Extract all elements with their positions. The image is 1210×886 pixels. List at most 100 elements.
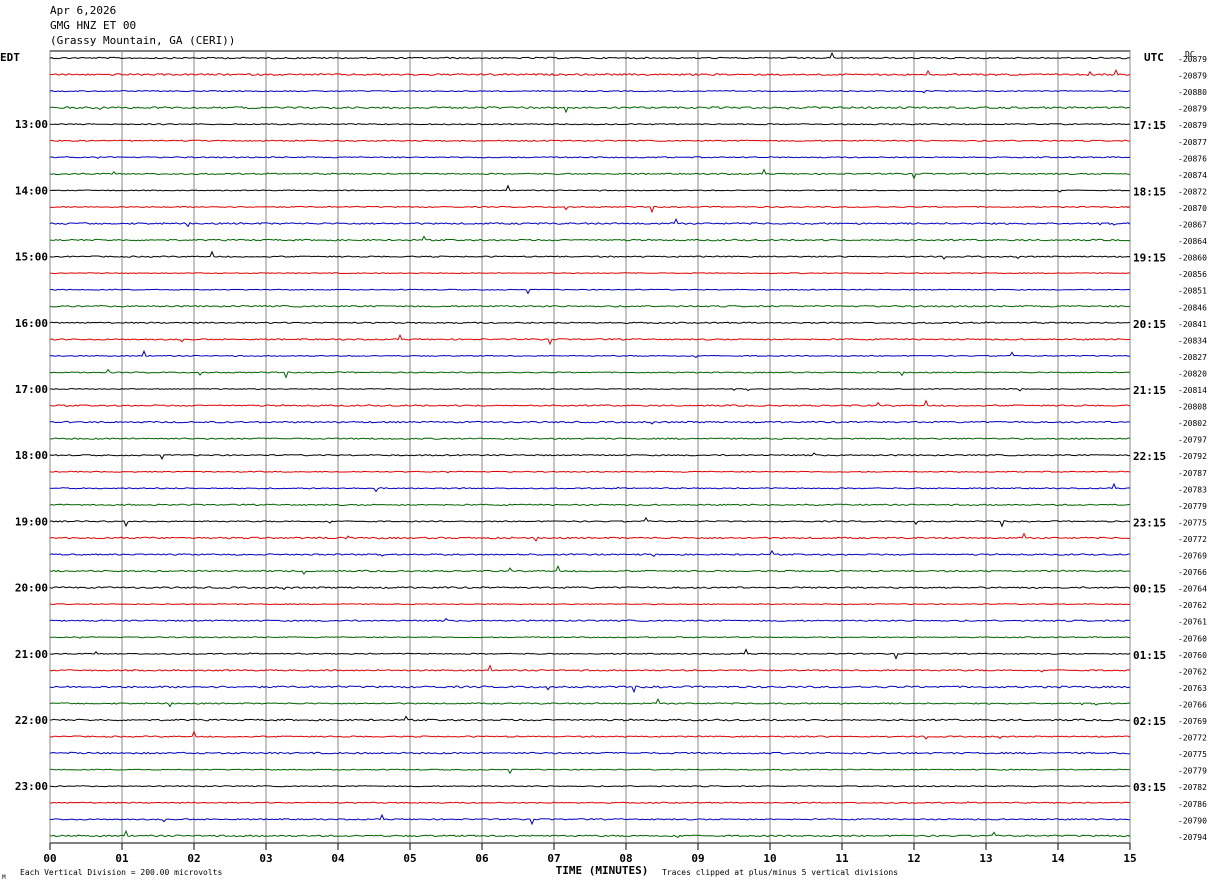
dc-offset-label: -20872 (1178, 187, 1207, 196)
dc-offset-label: -20879 (1178, 121, 1207, 130)
trace-line (50, 636, 1130, 639)
dc-offset-label: -20808 (1178, 403, 1207, 412)
dc-offset-label: -20760 (1178, 634, 1207, 643)
trace-line (49, 603, 1131, 606)
trace-line (49, 156, 1131, 159)
dc-offset-label: -20846 (1178, 303, 1207, 312)
trace-line (49, 139, 1131, 142)
trace-line (49, 205, 1131, 214)
x-tick-label: 01 (115, 852, 129, 865)
x-tick-label: 05 (403, 852, 416, 865)
dc-offset-label: -20877 (1178, 138, 1207, 147)
dc-offset-label: -20814 (1178, 386, 1207, 395)
utc-hour-label: 23:15 (1133, 516, 1166, 529)
dc-offset-label: -20772 (1178, 734, 1207, 743)
dc-offset-label: -20879 (1178, 105, 1207, 114)
dc-offset-label: -20779 (1178, 502, 1207, 511)
dc-offset-label: -20860 (1178, 254, 1207, 263)
utc-hour-label: 20:15 (1133, 318, 1166, 331)
dc-offset-label: -20879 (1178, 72, 1207, 81)
trace-line (49, 565, 1130, 575)
trace-line (50, 388, 1131, 392)
dc-offset-label: -20772 (1178, 535, 1207, 544)
dc-offset-label: -20761 (1178, 618, 1207, 627)
edt-axis-label: EDT (0, 51, 20, 64)
trace-line (49, 349, 1131, 359)
dc-offset-label: -20867 (1178, 221, 1207, 230)
x-tick-label: 02 (187, 852, 200, 865)
edt-hour-label: 14:00 (15, 184, 48, 197)
dc-offset-label: -20769 (1178, 717, 1207, 726)
trace-line (49, 123, 1131, 126)
x-tick-label: 15 (1123, 852, 1136, 865)
trace-line (49, 617, 1130, 622)
trace-line (49, 304, 1131, 308)
trace-line (49, 664, 1131, 673)
trace-line (49, 90, 1131, 94)
seismogram-plot: -20879-20879-20880-20879-20879-20877-208… (0, 50, 1207, 881)
trace-line (49, 715, 1131, 722)
dc-offset-label: -20766 (1178, 568, 1207, 577)
dc-offset-label: -20786 (1178, 800, 1207, 809)
edt-hour-label: 15:00 (15, 251, 48, 264)
x-tick-label: 04 (331, 852, 345, 865)
dc-offset-label: -20880 (1178, 88, 1207, 97)
edt-hour-label: 17:00 (15, 383, 48, 396)
edt-hour-label: 21:00 (15, 648, 48, 661)
trace-line (49, 482, 1131, 493)
x-tick-label: 00 (43, 852, 56, 865)
footer-clip-note: Traces clipped at plus/minus 5 vertical … (662, 868, 898, 877)
footer-scale-note: Each Vertical Division = 200.00 microvol… (20, 868, 222, 877)
edt-hour-label: 18:00 (15, 449, 48, 462)
trace-line (49, 321, 1131, 325)
dc-offset-label: -20782 (1178, 783, 1207, 792)
trace-line (49, 532, 1131, 542)
trace-line (49, 785, 1131, 788)
trace-line (49, 751, 1131, 755)
utc-hour-label: 17:15 (1133, 119, 1166, 132)
trace-line (49, 452, 1130, 460)
trace-line (49, 801, 1131, 804)
trace-line (49, 503, 1131, 507)
dc-offset-label: -20802 (1178, 419, 1207, 428)
trace-line (49, 685, 1131, 694)
x-axis-title: TIME (MINUTES) (556, 864, 649, 877)
x-tick-label: 06 (475, 852, 489, 865)
x-tick-label: 12 (907, 852, 920, 865)
trace-line (49, 516, 1131, 528)
minute-gridlines (49, 50, 1131, 850)
trace-line (49, 235, 1131, 242)
trace-line (49, 470, 1131, 474)
dc-offset-label: -20834 (1178, 336, 1207, 345)
dc-offset-label: -20864 (1178, 237, 1207, 246)
x-tick-label: 09 (691, 852, 704, 865)
dc-offset-label: -20775 (1178, 750, 1207, 759)
trace-line (49, 730, 1131, 740)
dc-offset-label: -20779 (1178, 767, 1207, 776)
utc-hour-label: 18:15 (1133, 185, 1166, 198)
trace-line (50, 829, 1131, 839)
utc-hour-label: 21:15 (1133, 384, 1166, 397)
dc-label: DC (1185, 50, 1195, 59)
edt-hour-label: 23:00 (15, 780, 48, 793)
utc-hour-label: 00:15 (1133, 583, 1166, 596)
dc-offset-label: -20841 (1178, 320, 1207, 329)
x-tick-label: 10 (763, 852, 776, 865)
trace-line (49, 437, 1131, 440)
dc-offset-label: -20762 (1178, 601, 1207, 610)
dc-offset-label: -20794 (1178, 833, 1207, 842)
plot-frame (49, 50, 1131, 844)
dc-offset-label: -20760 (1178, 651, 1207, 660)
x-tick-label: 03 (259, 852, 272, 865)
trace-line (49, 288, 1131, 295)
edt-hour-label: 13:00 (15, 118, 48, 131)
edt-hour-label: 20:00 (15, 582, 48, 595)
utc-hour-label: 02:15 (1133, 715, 1166, 728)
trace-line (49, 399, 1131, 407)
trace-line (49, 420, 1131, 425)
utc-hour-label: 01:15 (1133, 649, 1166, 662)
trace-line (50, 184, 1131, 193)
dc-offset-label: -20851 (1178, 287, 1207, 296)
dc-offset-label: -20790 (1178, 816, 1207, 825)
trace-line (49, 813, 1131, 826)
